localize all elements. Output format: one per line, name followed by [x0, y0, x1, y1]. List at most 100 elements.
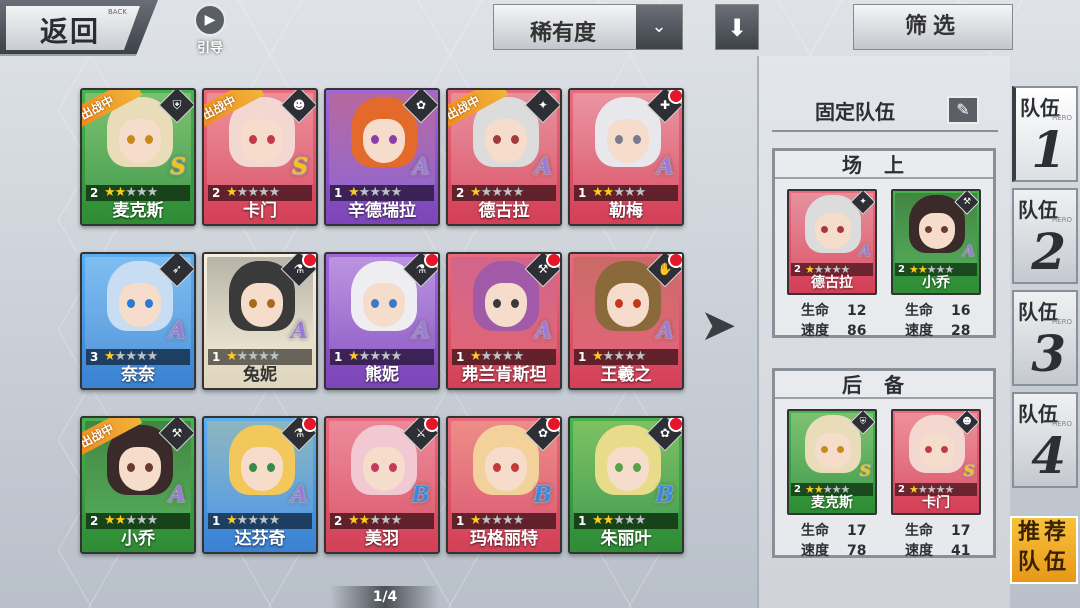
rarity-grade: A	[290, 318, 308, 344]
rarity-grade: S	[859, 461, 871, 480]
hero-card[interactable]: ✿ B 1 ★★★★★ 朱丽叶	[568, 416, 684, 554]
hero-eye	[371, 299, 379, 308]
hero-card[interactable]: ⛨ S 2 ★★★★★ 麦克斯 出战中	[80, 88, 196, 226]
hero-card[interactable]: ✿ A 1 ★★★★★ 辛德瑞拉	[324, 88, 440, 226]
tab-team-1[interactable]: 队伍 HERO 1	[1012, 86, 1078, 182]
hero-eye	[267, 463, 275, 472]
hero-face	[363, 447, 405, 491]
hp-stat: 生命 17	[801, 521, 901, 541]
edit-icon[interactable]: ✎	[947, 96, 979, 124]
rarity-grade: A	[534, 154, 552, 180]
hero-eye	[615, 299, 623, 308]
rarity-grade: B	[533, 482, 552, 508]
hero-eye	[925, 446, 932, 453]
hero-name: 兔妮	[243, 365, 277, 385]
tab-team-4[interactable]: 队伍 HERO 4	[1012, 392, 1078, 488]
recommend-label-1: 推荐	[1017, 520, 1070, 545]
hero-eye	[837, 446, 844, 453]
hp-value: 17	[951, 523, 971, 539]
hp-stat: 生命 12	[801, 301, 901, 321]
hero-card[interactable]: ⚗ A 1 ★★★★★ 熊妮	[324, 252, 440, 390]
hero-eye	[633, 299, 641, 308]
recommend-team-button[interactable]: 推荐 队伍	[1010, 516, 1078, 584]
hero-eye	[821, 226, 828, 233]
team-tab-number: 2	[1031, 222, 1066, 281]
hero-name: 德古拉	[478, 201, 530, 221]
hero-name: 美羽	[365, 529, 399, 549]
hero-card[interactable]: ✿ B 1 ★★★★★ 玛格丽特	[446, 416, 562, 554]
filter-label: 筛选	[904, 14, 961, 39]
hero-card[interactable]: ✋ A 1 ★★★★★ 王羲之	[568, 252, 684, 390]
hero-stats: 生命 17 速度 41	[905, 521, 1005, 561]
speed-label: 速度	[905, 543, 933, 559]
fixed-team-title: 固定队伍	[815, 100, 895, 124]
team-hero-card[interactable]: ✦ A 2 ★★★★★ 德古拉	[787, 189, 877, 295]
chevron-down-icon[interactable]: ⌄	[636, 5, 682, 49]
hero-eye	[493, 463, 501, 472]
hero-name: 弗兰肯斯坦	[461, 365, 547, 385]
hero-eye	[493, 135, 501, 144]
hero-stats: 生命 17 速度 78	[801, 521, 901, 561]
rarity-grade: A	[168, 318, 186, 344]
hero-eye	[145, 135, 153, 144]
notification-dot-icon	[668, 418, 682, 432]
team-hero-card[interactable]: ⚒ A 2 ★★★★★ 小乔	[891, 189, 981, 295]
hp-value: 12	[847, 303, 867, 319]
rarity-grade: A	[858, 241, 871, 260]
tab-team-2[interactable]: 队伍 HERO 2	[1012, 188, 1078, 284]
tab-team-3[interactable]: 队伍 HERO 3	[1012, 290, 1078, 386]
notification-dot-icon	[668, 90, 682, 104]
recommend-label-2: 队伍	[1017, 550, 1070, 575]
hero-eye	[371, 135, 379, 144]
hero-name: 卡门	[922, 495, 950, 511]
back-button-label: 返回	[40, 15, 101, 48]
team-hero-card[interactable]: ⛨ S 2 ★★★★★ 麦克斯	[787, 409, 877, 515]
notification-dot-icon	[424, 418, 438, 432]
sort-order-arrow-icon[interactable]: ⬇	[715, 4, 759, 50]
hero-face	[119, 119, 161, 163]
hero-eye	[267, 135, 275, 144]
back-button[interactable]: 返回 BACK	[0, 0, 158, 56]
hp-label: 生命	[801, 303, 829, 319]
hero-eye	[389, 463, 397, 472]
hero-name: 小乔	[922, 275, 950, 291]
hero-card[interactable]: ⚗ A 1 ★★★★★ 兔妮	[202, 252, 318, 390]
hero-card[interactable]: ✚ A 1 ★★★★★ 勒梅	[568, 88, 684, 226]
rarity-grade: B	[411, 482, 430, 508]
hero-eye	[633, 463, 641, 472]
rarity-grade: A	[290, 482, 308, 508]
hp-value: 17	[847, 523, 867, 539]
hero-card[interactable]: ⚔ B 2 ★★★★★ 美羽	[324, 416, 440, 554]
filter-button[interactable]: 筛选	[853, 4, 1013, 50]
rarity-grade: A	[962, 241, 975, 260]
team-tab-number: 4	[1031, 426, 1066, 485]
hero-eye	[267, 299, 275, 308]
hero-face	[363, 119, 405, 163]
rarity-grade: A	[412, 318, 430, 344]
guide-button[interactable]: ▶ 引导	[190, 4, 230, 56]
hero-face	[241, 119, 283, 163]
hero-card[interactable]: ✦ A 2 ★★★★★ 德古拉 出战中	[446, 88, 562, 226]
hero-stats: 生命 12 速度 86	[801, 301, 901, 341]
hero-card[interactable]: ⚒ A 2 ★★★★★ 小乔 出战中	[80, 416, 196, 554]
speed-label: 速度	[905, 323, 933, 339]
hero-card[interactable]: ⚒ A 1 ★★★★★ 弗兰肯斯坦	[446, 252, 562, 390]
sort-rarity-button[interactable]: 稀有度 ⌄	[493, 4, 683, 50]
team-tab-number: 3	[1031, 324, 1066, 383]
hero-card[interactable]: ➶ A 3 ★★★★★ 奈奈	[80, 252, 196, 390]
hero-card[interactable]: ☻ S 2 ★★★★★ 卡门 出战中	[202, 88, 318, 226]
hero-eye	[837, 226, 844, 233]
notification-dot-icon	[546, 418, 560, 432]
hero-name: 麦克斯	[112, 201, 164, 221]
hero-name: 王羲之	[600, 365, 652, 385]
hero-eye	[941, 226, 948, 233]
hero-name: 勒梅	[609, 201, 643, 221]
hero-card[interactable]: ⚗ A 1 ★★★★★ 达芬奇	[202, 416, 318, 554]
rarity-grade: B	[655, 482, 674, 508]
hero-name: 德古拉	[811, 275, 853, 291]
hero-face	[363, 283, 405, 327]
team-hero-card[interactable]: ☻ S 2 ★★★★★ 卡门	[891, 409, 981, 515]
hero-eye	[615, 463, 623, 472]
hero-face	[119, 283, 161, 327]
reserve-header: 后备	[775, 371, 993, 399]
